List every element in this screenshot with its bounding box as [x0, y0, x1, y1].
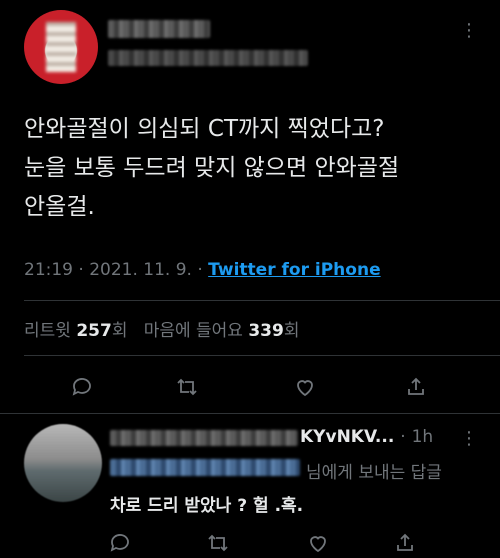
tweet-stats: 리트윗 257회 마음에 들어요 339회	[24, 316, 299, 341]
tweet-meta: 21:19 · 2021. 11. 9. · Twitter for iPhon…	[24, 260, 381, 280]
tweet-time: 21:19	[24, 260, 73, 280]
reply-retweet-button[interactable]	[198, 528, 238, 558]
retweets-count[interactable]: 257	[76, 321, 112, 341]
retweet-icon-small	[208, 534, 228, 552]
reply-name-redacted[interactable]	[110, 430, 298, 446]
retweet-icon	[177, 378, 197, 396]
retweet-button[interactable]	[167, 372, 207, 402]
reply-handle[interactable]: KYvNKV...	[300, 427, 394, 447]
more-options-icon[interactable]: ⋮	[460, 20, 479, 41]
reply-icon-small	[110, 534, 129, 552]
replying-to-suffix: 님에게 보내는 답글	[306, 463, 442, 483]
divider-actions	[0, 413, 500, 414]
author-avatar[interactable]	[24, 10, 98, 84]
reply-reply-button[interactable]	[100, 528, 140, 558]
like-icon	[297, 380, 313, 397]
author-name-redacted[interactable]	[108, 20, 210, 38]
likes-label[interactable]: 마음에 들어요	[144, 321, 243, 341]
retweets-label[interactable]: 리트윗	[24, 321, 71, 341]
replying-to-handle-redacted[interactable]	[110, 459, 300, 476]
reply-author-avatar[interactable]	[24, 424, 102, 502]
reply-time[interactable]: 1h	[412, 427, 434, 447]
client-link[interactable]: Twitter for iPhone	[208, 260, 380, 280]
meta-separator-2: ·	[197, 260, 203, 280]
reply-header: KYvNKV... · 1h	[300, 427, 433, 447]
author-handle-redacted[interactable]	[108, 50, 308, 66]
retweets-unit: 회	[111, 321, 128, 341]
meta-separator: ·	[78, 260, 84, 280]
tweet-date: 2021. 11. 9.	[89, 260, 192, 280]
reply-button[interactable]	[62, 372, 102, 402]
reply-text: 차로 드리 받았나 ? 헐 .혹.	[110, 496, 304, 516]
likes-count[interactable]: 339	[248, 321, 284, 341]
divider-stats	[24, 355, 500, 356]
like-icon-small	[310, 536, 326, 553]
share-button[interactable]	[396, 372, 436, 402]
share-icon	[408, 377, 424, 395]
reply-separator: ·	[400, 427, 406, 447]
share-icon-small	[397, 533, 413, 551]
reply-icon	[72, 378, 91, 396]
like-button[interactable]	[285, 372, 325, 402]
tweet-text: 안와골절이 의심되 CT까지 찍었다고? 눈을 보통 두드려 맞지 않으면 안와…	[24, 116, 400, 220]
likes-unit: 회	[283, 321, 300, 341]
divider-meta	[24, 300, 500, 301]
reply-like-button[interactable]	[298, 528, 338, 558]
reply-more-icon[interactable]: ⋮	[460, 428, 479, 449]
reply-share-button[interactable]	[385, 528, 425, 558]
